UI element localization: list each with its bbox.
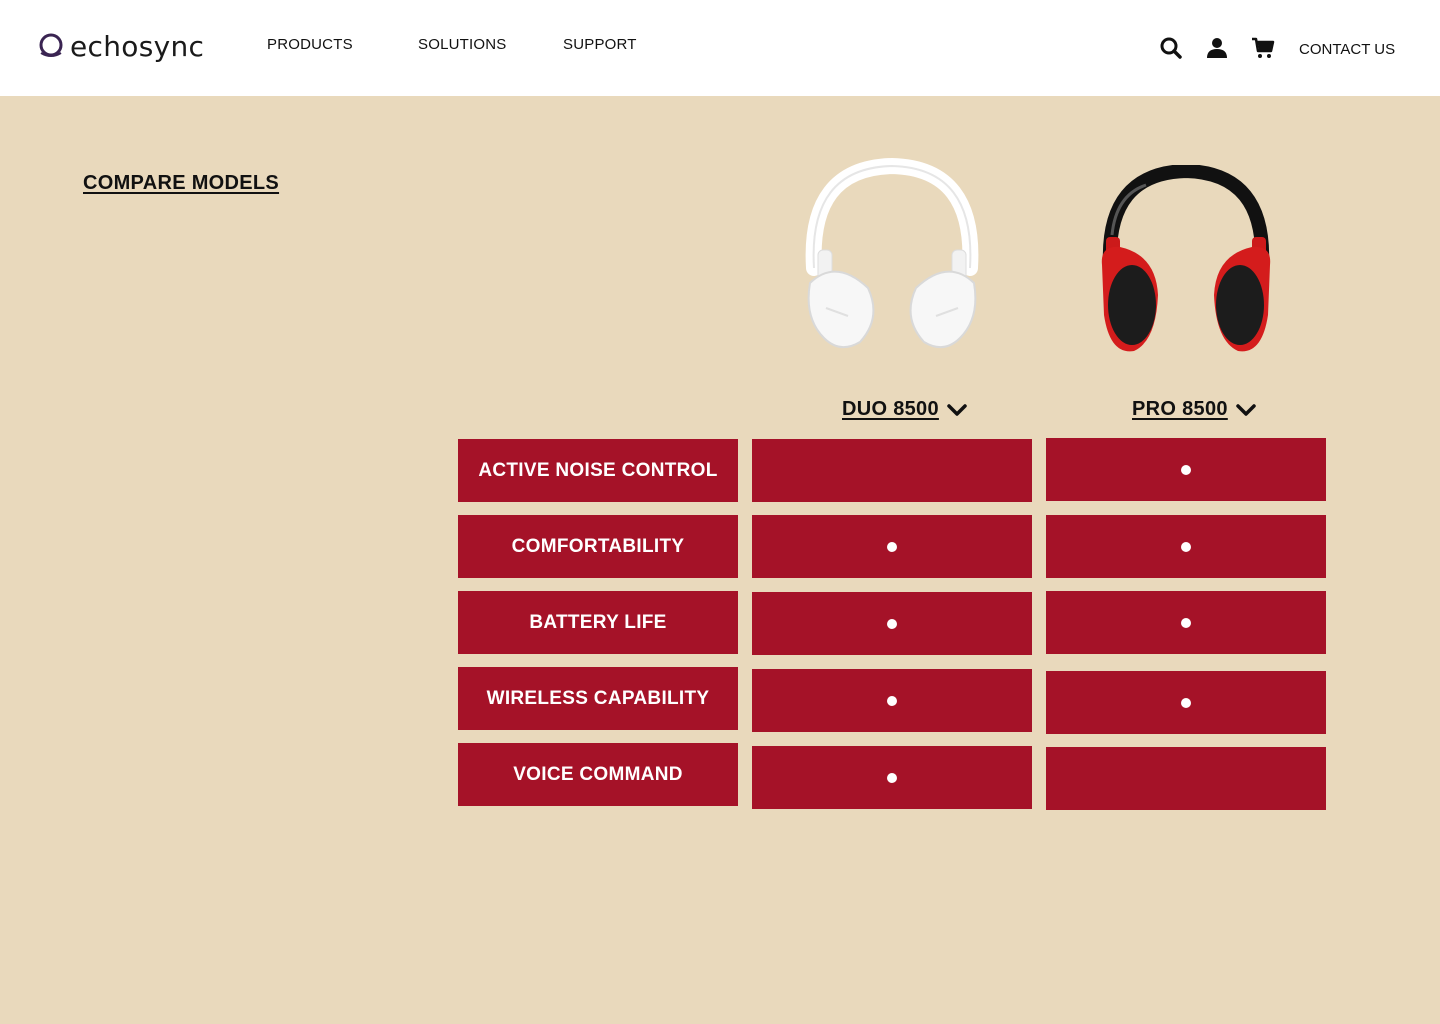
nav-support[interactable]: SUPPORT (563, 36, 637, 53)
user-icon[interactable] (1205, 36, 1229, 60)
check-dot-icon (1181, 617, 1191, 628)
feature-label: VOICE COMMAND (513, 763, 683, 785)
search-icon[interactable] (1159, 36, 1183, 60)
logo[interactable]: echosync (38, 28, 204, 64)
feature-row-label: BATTERY LIFE (458, 591, 738, 654)
pro-cell-wireless-capability (1046, 671, 1326, 734)
duo-cell-comfortability (752, 515, 1032, 578)
feature-row-label: WIRELESS CAPABILITY (458, 667, 738, 730)
pro-cell-comfortability (1046, 515, 1326, 578)
check-dot-icon (887, 695, 897, 706)
model-select-duo-8500[interactable]: DUO 8500 (842, 398, 967, 421)
logo-text: echosync (70, 29, 205, 63)
chevron-down-icon (947, 403, 967, 416)
check-dot-icon (887, 618, 897, 629)
nav-solutions[interactable]: SOLUTIONS (418, 36, 506, 53)
duo-cell-wireless-capability (752, 669, 1032, 732)
check-dot-icon (1181, 541, 1191, 552)
logo-mark-icon (39, 33, 63, 57)
pro-cell-active-noise-control (1046, 438, 1326, 501)
check-dot-icon (887, 541, 897, 552)
feature-row-label: ACTIVE NOISE CONTROL (458, 439, 738, 502)
nav-products[interactable]: PRODUCTS (267, 36, 353, 53)
model-name: DUO 8500 (842, 398, 939, 420)
feature-label: COMFORTABILITY (511, 535, 685, 557)
model-name: PRO 8500 (1132, 398, 1228, 420)
check-dot-icon (1181, 464, 1191, 475)
duo-cell-voice-command (752, 746, 1032, 809)
feature-row-label: COMFORTABILITY (458, 515, 738, 578)
chevron-down-icon (1236, 403, 1256, 416)
compare-models-title: COMPARE MODELS (83, 172, 280, 194)
cart-icon[interactable] (1251, 36, 1275, 60)
check-dot-icon (1181, 697, 1191, 708)
model-select-pro-8500[interactable]: PRO 8500 (1132, 398, 1256, 421)
check-dot-icon (887, 772, 897, 783)
feature-label: BATTERY LIFE (529, 611, 667, 633)
pro-cell-battery-life (1046, 591, 1326, 654)
duo-cell-battery-life (752, 592, 1032, 655)
site-header: echosync PRODUCTS SOLUTIONS SUPPORT CONT… (0, 0, 1440, 96)
duo-cell-active-noise-control (752, 439, 1032, 502)
contact-us-link[interactable]: CONTACT US (1299, 41, 1395, 58)
pro-cell-voice-command (1046, 747, 1326, 810)
feature-label: WIRELESS CAPABILITY (486, 687, 710, 709)
pro-8500-headphones-image (1101, 165, 1271, 352)
feature-label: ACTIVE NOISE CONTROL (478, 459, 718, 481)
duo-8500-headphones-image (805, 158, 979, 349)
feature-row-label: VOICE COMMAND (458, 743, 738, 806)
